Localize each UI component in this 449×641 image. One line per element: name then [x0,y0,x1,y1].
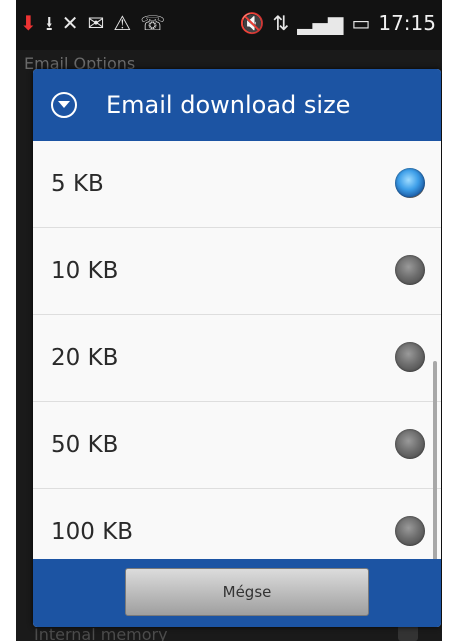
radio-button[interactable] [395,342,425,372]
phone-screen: ⬇ ⭳ ✕ ✉ ⚠ ☏ 🔇 ⇅ ▂▄▆ ▭ 17:15 Email Option… [16,0,442,641]
download-icon: ⬇ [20,11,37,35]
radio-button-selected[interactable] [395,168,425,198]
usb-icon: ⭳ [45,11,53,35]
list-item[interactable]: 100 KB [33,489,441,559]
dialog-footer: Mégse [33,559,441,627]
radio-button[interactable] [395,429,425,459]
mute-icon: 🔇 [239,11,265,35]
background-bottom-label: Internal memory [34,625,168,641]
list-item[interactable]: 10 KB [33,228,441,315]
option-label: 10 KB [51,258,119,284]
option-label: 20 KB [51,345,119,371]
background-checkbox [398,625,418,641]
radio-button[interactable] [395,516,425,546]
email-icon: ✉ [87,11,105,35]
status-bar: ⬇ ⭳ ✕ ✉ ⚠ ☏ 🔇 ⇅ ▂▄▆ ▭ 17:15 [16,0,442,50]
options-list[interactable]: 5 KB 10 KB 20 KB 50 KB 100 KB [33,141,441,559]
radio-button[interactable] [395,255,425,285]
warning-icon: ⚠ [113,11,132,35]
option-label: 100 KB [51,519,134,545]
signal-off-icon: ✕ [61,11,79,35]
list-item[interactable]: 20 KB [33,315,441,402]
missed-call-icon: ☏ [140,11,166,35]
scrollbar[interactable] [433,361,437,559]
clock: 17:15 [378,11,436,35]
system-icons: 🔇 ⇅ ▂▄▆ ▭ 17:15 [240,10,436,36]
list-item[interactable]: 50 KB [33,402,441,489]
network-3g-icon: ⇅ [272,11,290,35]
download-size-dialog: Email download size 5 KB 10 KB 20 KB 50 … [33,69,441,627]
chevron-down-icon [51,92,77,118]
signal-bars-icon: ▂▄▆ [297,11,344,35]
list-item[interactable]: 5 KB [33,141,441,228]
option-label: 50 KB [51,432,119,458]
notification-icons: ⬇ ⭳ ✕ ✉ ⚠ ☏ [20,10,165,36]
dialog-title: Email download size [106,91,351,119]
dialog-header: Email download size [33,69,441,141]
cancel-button[interactable]: Mégse [125,568,369,616]
option-label: 5 KB [51,171,104,197]
battery-icon: ▭ [351,11,371,35]
